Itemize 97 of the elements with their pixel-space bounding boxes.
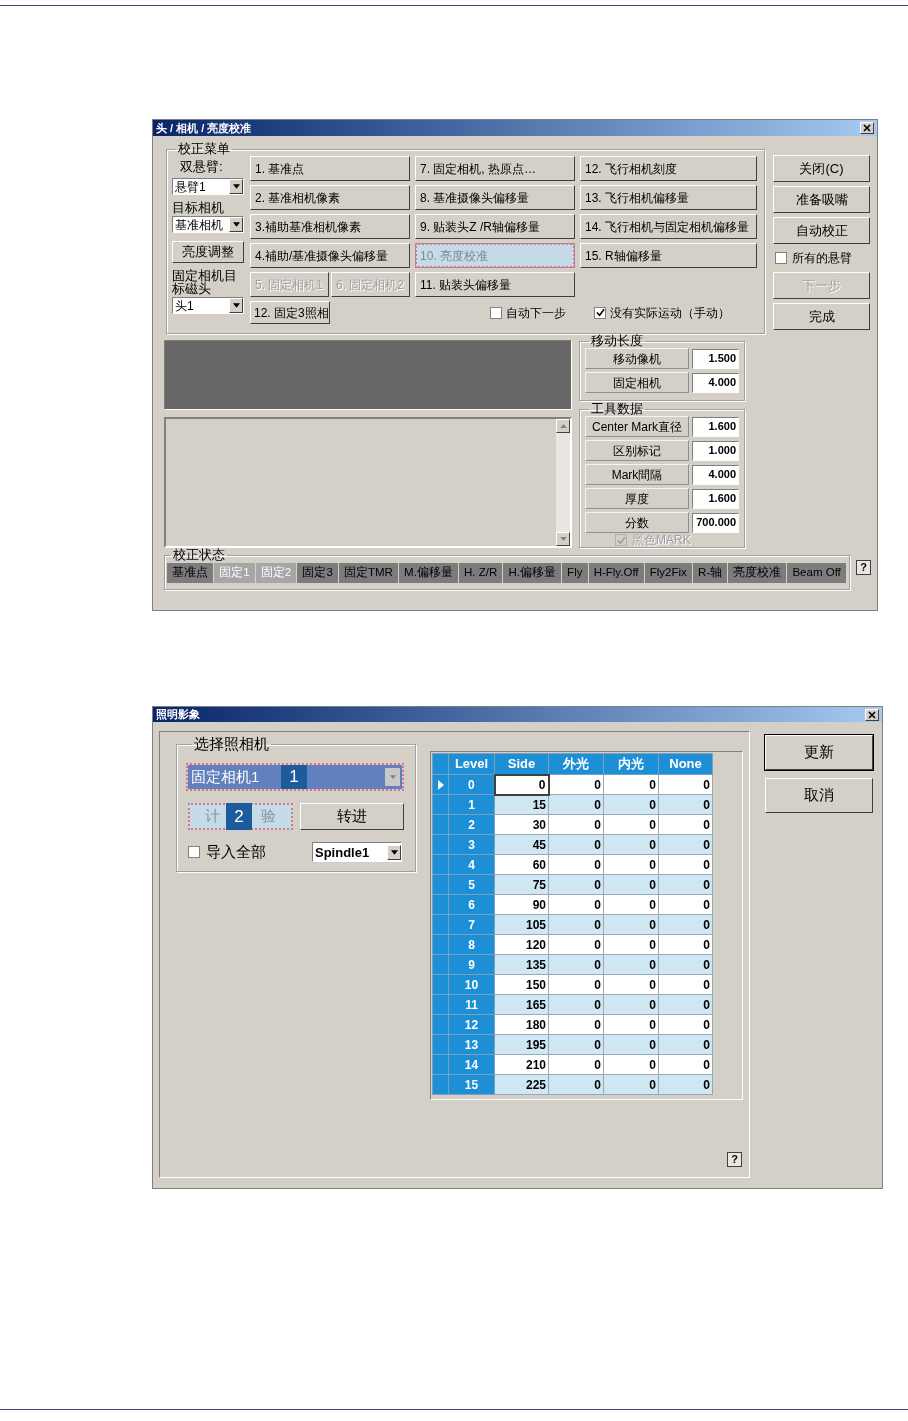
dropdown[interactable]: Spindle1 (312, 842, 402, 863)
field-label: 双悬臂: (179, 159, 224, 174)
status-cell: M.偏移量 (399, 563, 459, 583)
status-cell: H-Fly.Off (588, 563, 645, 583)
caret-icon (390, 849, 398, 855)
menu-button[interactable]: 2. 基准相机像素 (250, 185, 410, 210)
checkbox-label: 没有实际运动（手动） (610, 304, 730, 322)
status-cell: 固定3 (297, 563, 339, 583)
caret-icon (232, 222, 240, 227)
scrollbar[interactable] (556, 419, 570, 546)
side-button[interactable]: 准备吸嘴 (773, 186, 870, 213)
dropdown[interactable]: 悬臂1 (172, 178, 244, 195)
status-cell: Fly (562, 563, 589, 583)
column-header: 内光 (603, 753, 659, 775)
table-header-cell (432, 753, 449, 775)
value-field[interactable]: 4.000 (692, 464, 739, 485)
adjust-button[interactable]: 亮度调整 (172, 241, 244, 263)
close-button[interactable] (865, 708, 879, 721)
help-button[interactable]: ? (727, 1152, 742, 1167)
close-icon (868, 710, 876, 719)
help-button[interactable]: ? (856, 560, 871, 575)
status-cell: 亮度校准 (728, 563, 788, 583)
menu-button[interactable]: 9. 贴装头Z /R轴偏移量 (415, 214, 575, 239)
menu-button[interactable]: 7. 固定相机, 热原点… (415, 156, 575, 181)
group-title: 校正状态 (172, 548, 226, 562)
menu-button[interactable]: 15. R轴偏移量 (580, 243, 757, 268)
dialog-button[interactable]: 更新 (765, 735, 873, 770)
window-title: 头 / 相机 / 亮度校准 (156, 120, 252, 136)
value-field[interactable]: 700.000 (692, 512, 739, 533)
field-label: Mark間隔 (585, 464, 689, 485)
status-cell: 固定2 (255, 563, 298, 583)
field-label: 厚度 (585, 488, 689, 509)
status-cell: H. Z/R (458, 563, 504, 583)
row-indicator[interactable] (432, 774, 449, 795)
caret-icon (232, 303, 240, 308)
caret-icon (389, 775, 396, 779)
field-label: 分数 (585, 512, 689, 533)
group-title: 工具数据 (590, 402, 644, 416)
table-cell[interactable]: 0 (494, 774, 549, 795)
field-label: 固定相机 (585, 372, 689, 393)
checkbox-label: 所有的悬臂 (792, 250, 852, 267)
checkbox[interactable] (775, 252, 787, 264)
side-button[interactable]: 自动校正 (773, 217, 870, 244)
value-field[interactable]: 4.000 (692, 372, 739, 393)
menu-button[interactable]: 3.補助基准相机像素 (250, 214, 410, 239)
group-title: 移动长度 (590, 334, 644, 348)
checkbox-label: 自动下一步 (506, 304, 566, 322)
menu-button[interactable]: 14. 飞行相机与固定相机偏移量 (580, 214, 757, 239)
menu-button[interactable]: 13. 飞行相机偏移量 (580, 185, 757, 210)
column-header: Side (494, 753, 549, 775)
field-label: 固定相机目标磁头 (172, 269, 238, 295)
side-button[interactable]: 关闭(C) (773, 155, 870, 182)
checkbox-label: 导入全部 (206, 842, 266, 862)
column-header: None (658, 753, 713, 775)
status-cell: Fly2Fix (644, 563, 693, 583)
checkbox[interactable] (188, 846, 200, 859)
status-cell: R-轴 (692, 563, 729, 583)
dropdown[interactable]: 头1 (172, 297, 244, 314)
menu-button[interactable]: 12. 飞行相机刻度 (580, 156, 757, 181)
value-field[interactable]: 1.500 (692, 348, 739, 369)
close-button[interactable] (860, 122, 874, 134)
status-cell: 固定TMR (338, 563, 399, 583)
side-button[interactable]: 完成 (773, 303, 870, 330)
field-label: 区别标记 (585, 440, 689, 461)
close-icon (863, 124, 871, 132)
callout-tooltip: 2 (226, 803, 252, 830)
field-label: 目标相机 (172, 201, 225, 214)
column-header: Level (448, 753, 495, 775)
group-title: 选择照相机 (193, 735, 270, 753)
menu-button[interactable]: 4.補助/基准摄像头偏移量 (250, 243, 410, 268)
status-cell: 固定1 (214, 563, 256, 583)
field-label: Center Mark直径 (585, 416, 689, 437)
status-cell: H.偏移量 (503, 563, 563, 583)
menu-button[interactable]: 11. 贴装头偏移量 (415, 272, 575, 297)
pointer-icon (437, 779, 444, 790)
dialog-button[interactable]: 取消 (765, 778, 873, 813)
text-area[interactable] (164, 417, 572, 548)
menu-button[interactable]: 12. 固定3照相 (250, 301, 330, 324)
window-title: 照明影象 (156, 707, 200, 723)
checkbox[interactable] (594, 306, 606, 319)
callout-tooltip: 1 (281, 765, 307, 789)
value-field[interactable]: 1.600 (692, 488, 739, 509)
dropdown[interactable]: 基准相机 (172, 216, 244, 233)
checkbox[interactable] (490, 306, 502, 319)
value-field[interactable]: 1.000 (692, 440, 739, 461)
value-field[interactable]: 1.600 (692, 416, 739, 437)
status-cell: Beam Off (787, 563, 847, 583)
caret-icon (232, 184, 240, 189)
group-title: 校正菜单 (177, 142, 231, 156)
menu-button[interactable]: 1. 基准点 (250, 156, 410, 181)
status-cell: 基准点 (167, 563, 215, 583)
column-header: 外光 (548, 753, 604, 775)
scroll-up-icon[interactable] (559, 424, 567, 428)
field-label: 移动像机 (585, 348, 689, 369)
advance-button[interactable]: 转进 (300, 803, 404, 830)
scroll-down-icon[interactable] (559, 537, 567, 541)
menu-button[interactable]: 8. 基准摄像头偏移量 (415, 185, 575, 210)
